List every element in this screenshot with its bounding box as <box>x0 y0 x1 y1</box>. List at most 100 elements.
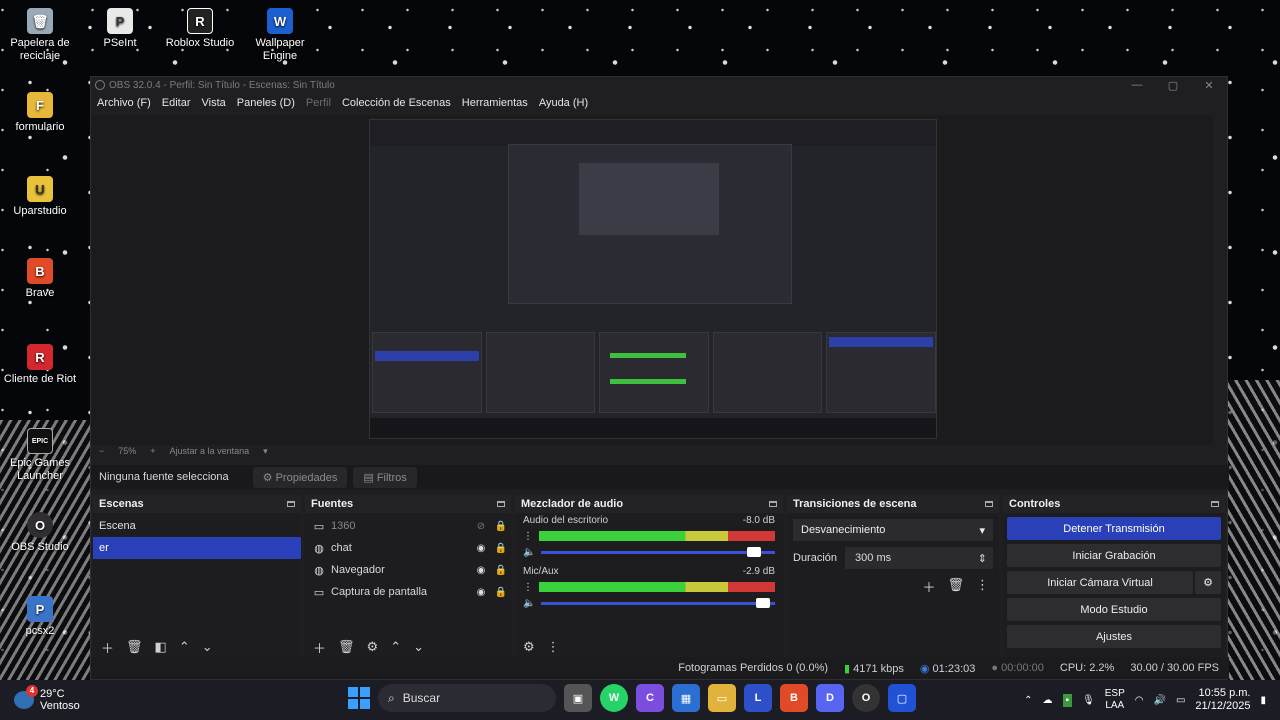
menu-vista[interactable]: Vista <box>202 97 226 109</box>
whatsapp-icon[interactable]: W <box>600 684 628 712</box>
desktop-icon-brave[interactable]: B Brave <box>0 258 80 300</box>
zoom-out-button[interactable]: − <box>99 446 104 456</box>
kebab-menu-icon[interactable]: ⋮ <box>523 582 533 593</box>
weather-widget[interactable]: 4 29°C Ventoso <box>0 685 140 712</box>
scene-item-selected[interactable]: er <box>93 537 301 559</box>
speaker-icon[interactable]: 🔈 <box>523 598 535 609</box>
menu-ayuda[interactable]: Ayuda (H) <box>539 97 588 109</box>
app-l-icon[interactable]: L <box>744 684 772 712</box>
volume-slider[interactable] <box>541 546 775 557</box>
menu-coleccion-escenas[interactable]: Colección de Escenas <box>342 97 451 109</box>
transition-select[interactable]: Desvanecimiento ▾ <box>793 519 993 541</box>
eye-icon[interactable]: ◉ <box>471 587 491 598</box>
move-down-icon[interactable]: ⌄ <box>202 639 213 655</box>
move-up-icon[interactable]: ⌃ <box>390 639 401 655</box>
file-explorer-icon[interactable]: ▭ <box>708 684 736 712</box>
windows-start-icon[interactable] <box>348 687 370 709</box>
maximize-button[interactable]: ▢ <box>1155 79 1191 92</box>
move-down-icon[interactable]: ⌄ <box>413 639 424 655</box>
volume-slider-knob[interactable] <box>756 597 771 608</box>
volume-slider[interactable] <box>541 597 775 608</box>
kebab-menu-icon[interactable]: ⋮ <box>976 577 989 596</box>
minimize-button[interactable]: — <box>1119 79 1155 92</box>
lock-icon[interactable]: 🔒 <box>491 587 511 598</box>
volume-slider-knob[interactable] <box>746 546 761 557</box>
properties-button[interactable]: ⚙ Propiedades <box>252 466 348 488</box>
close-button[interactable]: ✕ <box>1191 79 1227 92</box>
kebab-menu-icon[interactable]: ⋮ <box>523 531 533 542</box>
desktop-icon-riot-client[interactable]: R Cliente de Riot <box>0 344 80 386</box>
menu-perfil[interactable]: Perfil <box>306 97 331 109</box>
filter-icon[interactable]: ◧ <box>155 639 167 655</box>
eye-hidden-icon[interactable]: ⊘ <box>471 521 491 532</box>
lock-icon[interactable]: 🔒 <box>491 543 511 554</box>
spinner-icon[interactable]: ⇕ <box>978 552 987 565</box>
add-icon[interactable]: ＋ <box>101 638 114 657</box>
menu-herramientas[interactable]: Herramientas <box>462 97 528 109</box>
add-icon[interactable]: ＋ <box>922 577 935 596</box>
desktop-icon-obs-studio[interactable]: O OBS Studio <box>0 512 80 554</box>
speaker-icon[interactable]: 🔈 <box>523 547 535 558</box>
settings-button[interactable]: Ajustes <box>1007 625 1221 648</box>
source-item[interactable]: ▭ Captura de pantalla ◉ 🔒 <box>305 581 511 603</box>
microphone-icon[interactable]: 🎙 <box>1082 695 1095 706</box>
menu-archivo[interactable]: Archivo (F) <box>97 97 151 109</box>
app-blue-icon[interactable]: ▢ <box>888 684 916 712</box>
source-item[interactable]: ◍ Navegador ◉ 🔒 <box>305 559 511 581</box>
lock-icon[interactable]: 🔒 <box>491 565 511 576</box>
source-item[interactable]: ◍ chat ◉ 🔒 <box>305 537 511 559</box>
undock-icon[interactable] <box>769 501 777 507</box>
start-recording-button[interactable]: Iniciar Grabación <box>1007 544 1221 567</box>
copilot-icon[interactable]: C <box>636 684 664 712</box>
studio-mode-button[interactable]: Modo Estudio <box>1007 598 1221 621</box>
desktop-icon-formulario[interactable]: Fformulario <box>0 92 80 134</box>
desktop-icon-pcsx2[interactable]: Ppcsx2 <box>0 596 80 638</box>
menu-paneles[interactable]: Paneles (D) <box>237 97 295 109</box>
task-view-icon[interactable]: ▣ <box>564 684 592 712</box>
kebab-menu-icon[interactable]: ⋮ <box>547 639 560 655</box>
discord-icon[interactable]: D <box>816 684 844 712</box>
stop-streaming-button[interactable]: Detener Transmisión <box>1007 517 1221 540</box>
lock-icon[interactable]: 🔒 <box>491 521 511 532</box>
duration-field[interactable]: 300 ms ⇕ <box>845 547 993 569</box>
battery-icon[interactable]: ▭ <box>1176 695 1185 706</box>
notification-icon[interactable]: ▮ <box>1260 695 1266 706</box>
source-item[interactable]: ▭ 1360 ⊘ 🔒 <box>305 515 511 537</box>
desktop-icon-wallpaper-engine[interactable]: W Wallpaper Engine <box>240 8 320 63</box>
store-icon[interactable]: ▦ <box>672 684 700 712</box>
desktop-icon-uparstudio[interactable]: U Uparstudio <box>0 176 80 218</box>
trash-icon[interactable]: 🗑 <box>947 577 964 596</box>
desktop-icon-roblox-studio[interactable]: R Roblox Studio <box>160 8 240 50</box>
fit-window-button[interactable]: Ajustar a la ventana <box>170 446 250 456</box>
gear-icon[interactable]: ⚙ <box>367 639 379 655</box>
undock-icon[interactable] <box>985 501 993 507</box>
add-icon[interactable]: ＋ <box>313 638 326 657</box>
undock-icon[interactable] <box>497 501 505 507</box>
gear-icon[interactable]: ⚙ <box>1195 571 1221 594</box>
cloud-icon[interactable]: ☁ <box>1043 695 1053 706</box>
scene-item[interactable]: Escena <box>93 515 301 537</box>
taskbar-search[interactable]: ⌕ Buscar <box>378 684 556 712</box>
wifi-icon[interactable]: ◠ <box>1135 695 1144 706</box>
zoom-in-button[interactable]: + <box>150 446 155 456</box>
eye-icon[interactable]: ◉ <box>471 543 491 554</box>
move-up-icon[interactable]: ⌃ <box>179 639 190 655</box>
eye-icon[interactable]: ◉ <box>471 565 491 576</box>
brave-icon[interactable]: B <box>780 684 808 712</box>
advanced-audio-icon[interactable]: ⚙ <box>523 639 535 655</box>
chevron-down-icon[interactable]: ▾ <box>263 446 268 457</box>
trash-icon[interactable]: 🗑 <box>126 639 143 655</box>
trash-icon[interactable]: 🗑 <box>338 639 355 655</box>
language-indicator[interactable]: ESP LAA <box>1105 688 1125 712</box>
start-virtual-camera-button[interactable]: Iniciar Cámara Virtual <box>1007 571 1193 594</box>
desktop-icon-pseint[interactable]: P PSeInt <box>80 8 160 50</box>
desktop-icon-recycle-bin[interactable]: 🗑 Papelera de reciclaje <box>0 8 80 63</box>
volume-icon[interactable]: 🔊 <box>1154 695 1166 706</box>
preview-canvas[interactable] <box>369 119 937 439</box>
undock-icon[interactable] <box>287 501 295 507</box>
clock[interactable]: 10:55 p.m. 21/12/2025 <box>1195 687 1250 713</box>
obs-icon[interactable]: O <box>852 684 880 712</box>
desktop-icon-epic-games[interactable]: EPIC Epic Games Launcher <box>0 428 80 483</box>
menu-editar[interactable]: Editar <box>162 97 191 109</box>
nvidia-icon[interactable]: ▪ <box>1062 693 1073 707</box>
